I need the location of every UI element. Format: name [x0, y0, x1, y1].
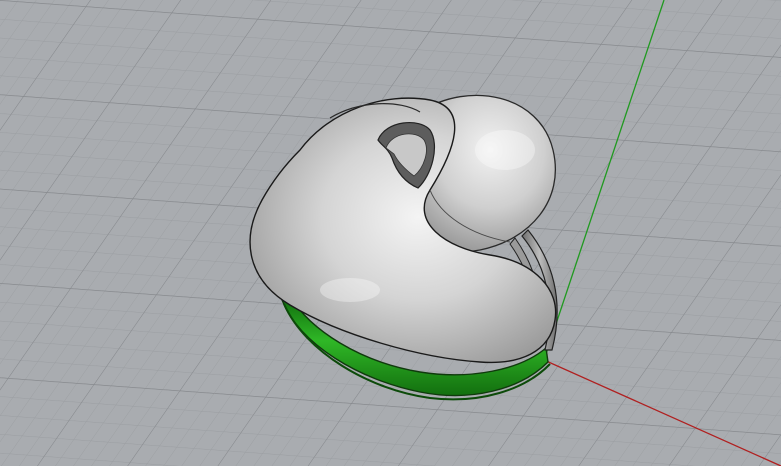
viewport-canvas[interactable] — [0, 0, 781, 466]
ring-highlight-2 — [475, 130, 535, 170]
ring-highlight — [320, 278, 380, 302]
perspective-viewport[interactable] — [0, 0, 781, 466]
